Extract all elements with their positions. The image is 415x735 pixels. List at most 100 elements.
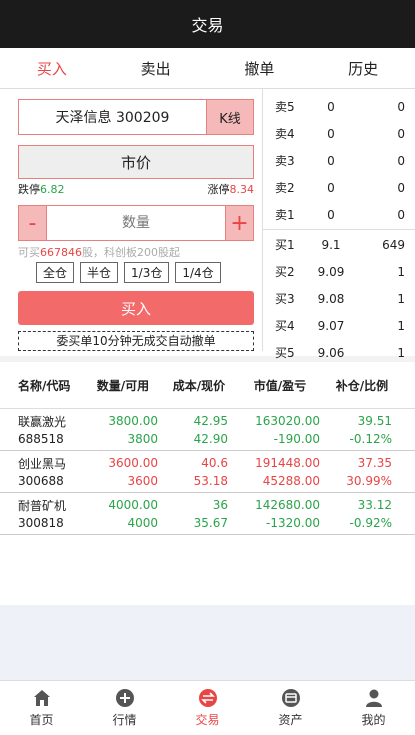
stock-name: 耐普矿机 — [18, 498, 67, 513]
ask-vol: 0 — [397, 180, 405, 195]
limit-down-label: 跌停 — [18, 183, 40, 196]
ask-label: 卖4 — [275, 127, 295, 141]
header-value: 市值/盈亏 — [253, 378, 307, 393]
user-icon — [365, 689, 382, 707]
nav-home[interactable]: 首页 — [0, 681, 83, 735]
order-form: 天泽信息 300209 K线 市价 跌停6.82 涨停8.34 - + 可买66… — [18, 99, 254, 351]
portion-third[interactable]: 1/3仓 — [124, 262, 170, 283]
limit-up: 涨停8.34 — [207, 181, 255, 196]
header-qty: 数量/可用 — [96, 378, 150, 393]
ratio: -0.92% — [349, 516, 392, 530]
ask-row: 卖5 0 0 — [263, 93, 415, 120]
ask-vol: 0 — [397, 207, 405, 222]
bid-label: 买1 — [275, 238, 295, 252]
trade-icon — [198, 689, 217, 707]
ask-price: 0 — [327, 126, 335, 141]
price: 42.90 — [193, 432, 228, 446]
avail-prefix: 可买 — [18, 246, 40, 259]
app-header: 交易 — [0, 0, 415, 48]
price: 53.18 — [193, 474, 228, 488]
bid-price: 9.09 — [317, 264, 345, 279]
qty: 4000.00 — [108, 498, 158, 512]
stock-name: 联赢激光 — [18, 414, 67, 429]
bid-label: 买2 — [275, 265, 295, 279]
nav-mine[interactable]: 我的 — [332, 681, 415, 735]
wallet-icon — [281, 689, 300, 707]
header-ratio: 补仓/比例 — [335, 378, 389, 393]
tab-buy[interactable]: 买入 — [0, 48, 104, 88]
cost: 40.6 — [201, 456, 228, 470]
ask-label: 卖1 — [275, 208, 295, 222]
stock-name-field[interactable]: 天泽信息 300209 — [19, 100, 206, 134]
ask-row: 卖2 0 0 — [263, 174, 415, 201]
ask-price: 0 — [327, 99, 335, 114]
plus-button[interactable]: + — [226, 206, 253, 240]
avail-suffix: 股，科创板200股起 — [82, 246, 180, 259]
quantity-input[interactable] — [46, 206, 226, 240]
limit-up-value: 8.34 — [229, 183, 255, 196]
qty: 3800.00 — [108, 414, 158, 428]
bid-vol: 649 — [382, 237, 405, 252]
ask-label: 卖5 — [275, 100, 295, 114]
ask-row: 卖4 0 0 — [263, 120, 415, 147]
nav-trade[interactable]: 交易 — [166, 681, 249, 735]
position-portions: 全仓 半仓 1/3仓 1/4仓 — [18, 262, 254, 283]
portion-quarter[interactable]: 1/4仓 — [175, 262, 221, 283]
price-type-select[interactable]: 市价 — [18, 145, 254, 179]
bid-label: 买3 — [275, 292, 295, 306]
home-icon — [33, 690, 50, 706]
market-value: 191448.00 — [255, 456, 320, 470]
tab-history[interactable]: 历史 — [311, 48, 415, 88]
bid-vol: 1 — [397, 345, 405, 360]
tab-sell[interactable]: 卖出 — [104, 48, 208, 88]
ratio: 30.99% — [346, 474, 392, 488]
qty: 3600.00 — [108, 456, 158, 470]
table-row[interactable]: 联赢激光 3800.00 42.95 163020.00 39.51 688518 380… — [0, 409, 415, 451]
pnl: -190.00 — [273, 432, 320, 446]
bid-vol: 1 — [397, 318, 405, 333]
bid-label: 买4 — [275, 319, 295, 333]
table-row[interactable]: 耐普矿机 4000.00 36 142680.00 33.12 300818 4000 35… — [0, 493, 415, 535]
page-title: 交易 — [191, 16, 224, 35]
header-name: 名称/代码 — [18, 378, 71, 393]
stock-code: 300688 — [18, 474, 64, 488]
quantity-stepper: - + — [18, 205, 254, 241]
bid-label: 买5 — [275, 346, 295, 360]
stock-name: 创业黑马 — [18, 456, 67, 471]
limit-down: 跌停6.82 — [18, 181, 65, 196]
bid-row: 买3 9.08 1 — [263, 285, 415, 312]
pnl: -1320.00 — [266, 516, 320, 530]
stock-code: 300818 — [18, 516, 64, 530]
avail-value: 667846 — [40, 246, 82, 259]
stock-selector: 天泽信息 300209 K线 — [18, 99, 254, 135]
nav-market[interactable]: 行情 — [83, 681, 166, 735]
bid-row: 买5 9.06 1 — [263, 339, 415, 366]
market-value: 142680.00 — [255, 498, 320, 512]
positions-header: 名称/代码 数量/可用 成本/现价 市值/盈亏 补仓/比例 — [0, 362, 415, 409]
portion-full[interactable]: 全仓 — [36, 262, 75, 283]
header-cost: 成本/现价 — [172, 378, 226, 393]
bid-price: 9.06 — [317, 345, 345, 360]
market-value: 163020.00 — [255, 414, 320, 428]
bid-row: 买4 9.07 1 — [263, 312, 415, 339]
ask-price: 0 — [327, 207, 335, 222]
nav-label: 首页 — [29, 713, 54, 727]
portion-half[interactable]: 半仓 — [80, 262, 119, 283]
ask-label: 卖2 — [275, 181, 295, 195]
add-price: 37.35 — [357, 456, 392, 470]
tab-cancel[interactable]: 撤单 — [208, 48, 312, 88]
stock-code: 688518 — [18, 432, 64, 446]
table-row[interactable]: 创业黑马 3600.00 40.6 191448.00 37.35 300688 3600… — [0, 451, 415, 493]
limit-prices: 跌停6.82 涨停8.34 — [18, 181, 255, 196]
kline-button[interactable]: K线 — [206, 100, 253, 134]
limit-up-label: 涨停 — [207, 183, 230, 196]
nav-assets[interactable]: 资产 — [249, 681, 332, 735]
nav-label: 资产 — [278, 713, 303, 727]
order-book: 卖5 0 0 卖4 0 0 卖3 0 0 卖2 0 0 卖1 0 0 买1 9.1 649 买2 9.09… — [262, 89, 415, 360]
ask-vol: 0 — [397, 153, 405, 168]
plus-circle-icon — [115, 689, 134, 707]
nav-label: 我的 — [361, 713, 386, 727]
buy-button[interactable]: 买入 — [18, 291, 254, 325]
avail: 3800 — [127, 432, 158, 446]
minus-button[interactable]: - — [19, 206, 46, 240]
